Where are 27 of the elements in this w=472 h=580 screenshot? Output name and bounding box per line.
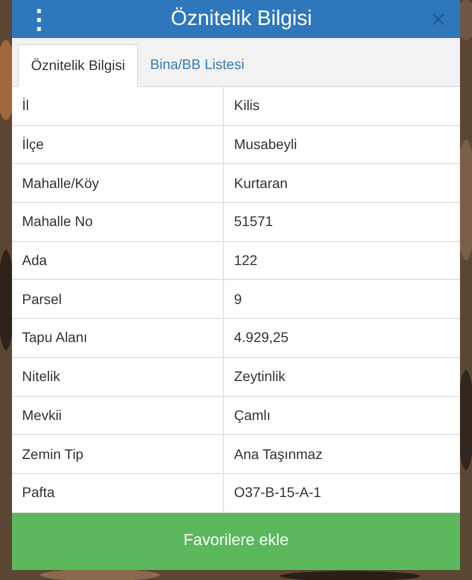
attribute-name: Mahalle/Köy [12,164,224,202]
attribute-value: 4.929,25 [233,328,290,348]
attribute-name: İlçe [12,126,224,164]
attribute-name: Tapu Alanı [12,319,224,357]
attribute-value: Ana Taşınmaz [233,444,324,464]
attribute-value: Kurtaran [233,174,289,193]
attribute-value: 51571 [233,212,274,232]
attribute-name: Ada [12,242,224,280]
tab[interactable]: Öznitelik Bilgisi [18,44,138,87]
attribute-name: Zemin Tip [12,435,224,473]
attribute-name: Mevkii [12,396,224,434]
attribute-name: Mahalle No [12,203,224,241]
attribute-value: Çamlı [233,406,272,425]
attribute-value: 9 [233,290,243,309]
attribute-value: Kilis [233,96,261,116]
attribute-value: Musabeyli [233,135,298,154]
dialog-title: Öznitelik Bilgisi [170,6,314,32]
attribute-name: Pafta [12,474,224,512]
attribute-name: Parsel [12,280,224,318]
add-favorites-button[interactable]: Favorilere ekle [12,512,460,570]
attribute-value: Zeytinlik [233,367,286,386]
tab[interactable]: Bina/BB Listesi [138,43,256,86]
attribute-value: 122 [233,251,258,270]
attribute-name: Nitelik [12,358,224,396]
attribute-name: İl [12,87,224,125]
attribute-value: O37-B-15-A-1 [233,483,322,502]
menu-button[interactable]: ⋮ [26,6,52,32]
